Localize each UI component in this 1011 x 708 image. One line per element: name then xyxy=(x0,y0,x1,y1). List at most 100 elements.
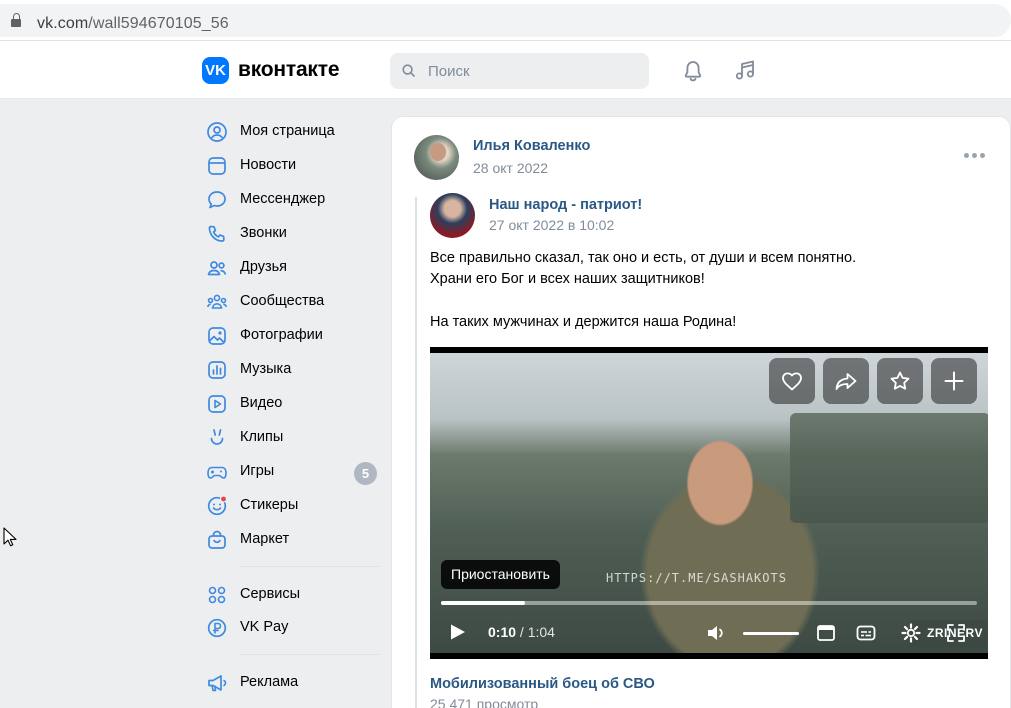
author-name-link[interactable]: Илья Коваленко xyxy=(473,138,590,154)
logo-text[interactable]: вконтакте xyxy=(238,58,339,82)
video-title-link[interactable]: Мобилизованный боец об СВО xyxy=(430,676,655,692)
user-circle-icon xyxy=(207,122,227,142)
sidebar-item-label: Друзья xyxy=(240,259,288,275)
plus-icon xyxy=(944,371,964,391)
duration: / 1:04 xyxy=(519,624,555,640)
author-avatar[interactable] xyxy=(414,135,459,180)
sidebar-item-label: Сообщества xyxy=(240,293,325,309)
communities-icon xyxy=(207,294,227,309)
sticker-icon xyxy=(207,495,228,516)
sidebar-item-news[interactable]: Новости xyxy=(204,148,379,182)
vk-logo-icon[interactable]: VK xyxy=(202,57,229,84)
bell-icon[interactable] xyxy=(681,59,705,83)
mini-player-icon[interactable] xyxy=(815,622,837,644)
repost-border xyxy=(415,197,417,708)
group-name-link[interactable]: Наш народ - патриот! xyxy=(489,197,642,213)
search-box[interactable] xyxy=(390,53,649,89)
post-text-line: Храни его Бог и всех наших защитников! xyxy=(430,271,705,287)
video-time: 0:10 / 1:04 xyxy=(488,624,555,640)
video-views: 25 471 просмотр xyxy=(430,696,539,708)
sidebar-item-label: Стикеры xyxy=(240,497,299,513)
search-input[interactable] xyxy=(428,61,638,81)
sidebar-item-calls[interactable]: Звонки xyxy=(204,216,379,250)
favorite-video-button[interactable] xyxy=(877,358,923,404)
photo-icon xyxy=(208,327,226,345)
settings-gear-icon[interactable] xyxy=(900,622,922,644)
news-icon xyxy=(208,157,226,175)
clips-icon xyxy=(210,429,224,445)
pause-tooltip: Приостановить xyxy=(441,560,560,589)
music-icon xyxy=(208,361,226,379)
vkpay-icon xyxy=(207,618,227,638)
sidebar-item-clips[interactable]: Клипы xyxy=(204,420,379,454)
sidebar-item-games[interactable]: Игры 5 xyxy=(204,454,379,488)
sidebar-item-label: Новости xyxy=(240,157,297,173)
sidebar-item-stickers[interactable]: Стикеры xyxy=(204,488,379,522)
phone-icon xyxy=(208,225,225,242)
sidebar-item-label: Реклама xyxy=(240,674,299,690)
games-counter-badge: 5 xyxy=(354,462,377,485)
sidebar-item-label: Музыка xyxy=(240,361,292,377)
sidebar-item-friends[interactable]: Друзья xyxy=(204,250,379,284)
video-progress-bar[interactable] xyxy=(441,601,977,605)
site-header: VK вконтакте xyxy=(0,41,1011,99)
url-text[interactable]: vk.com/wall594670105_56 xyxy=(37,15,229,33)
sidebar-item-communities[interactable]: Сообщества xyxy=(204,284,379,318)
post-text-line: Все правильно сказал, так оно и есть, от… xyxy=(430,250,857,266)
sidebar-item-vkpay[interactable]: VK Pay xyxy=(204,610,379,644)
add-video-button[interactable] xyxy=(931,358,977,404)
current-time: 0:10 xyxy=(488,624,517,640)
video-progress-fill xyxy=(441,601,525,605)
sidebar-item-label: Игры xyxy=(240,463,275,479)
video-icon xyxy=(208,395,226,413)
friends-icon xyxy=(207,261,227,276)
music-note-icon[interactable] xyxy=(733,58,757,82)
like-video-button[interactable] xyxy=(769,358,815,404)
wall-post: Илья Коваленко 28 окт 2022 Наш народ - п… xyxy=(391,116,1011,708)
sidebar-divider xyxy=(240,566,379,567)
services-grid-icon xyxy=(208,586,226,604)
sidebar-item-video[interactable]: Видео xyxy=(204,386,379,420)
more-options-icon[interactable] xyxy=(964,153,986,159)
mouse-cursor-icon xyxy=(3,527,17,547)
sidebar-item-ads[interactable]: Реклама xyxy=(204,665,379,699)
fullscreen-icon[interactable] xyxy=(945,622,967,644)
volume-slider[interactable] xyxy=(743,632,799,635)
sidebar-item-label: Моя страница xyxy=(240,123,335,139)
sidebar-item-label: Клипы xyxy=(240,429,284,445)
market-bag-icon xyxy=(208,530,226,549)
url-field[interactable]: vk.com/wall594670105_56 xyxy=(0,4,1011,37)
repost-date-link[interactable]: 27 окт 2022 в 10:02 xyxy=(489,217,614,233)
browser-address-bar: vk.com/wall594670105_56 xyxy=(0,0,1011,41)
sidebar-item-my-page[interactable]: Моя страница xyxy=(204,114,379,148)
post-date-link[interactable]: 28 окт 2022 xyxy=(473,160,548,176)
volume-slider-fill xyxy=(743,632,799,635)
volume-icon[interactable] xyxy=(705,622,727,644)
sidebar-item-photos[interactable]: Фотографии xyxy=(204,318,379,352)
star-icon xyxy=(890,371,910,390)
sidebar-item-label: Фотографии xyxy=(240,327,323,343)
sidebar-item-label: Мессенджер xyxy=(240,191,326,207)
video-player[interactable]: HTTPS://T.ME/SASHAKOTS Приостановить 0:1… xyxy=(430,347,988,659)
sidebar-item-label: VK Pay xyxy=(240,619,289,635)
play-icon[interactable] xyxy=(450,623,466,641)
video-watermark: HTTPS://T.ME/SASHAKOTS xyxy=(606,571,787,585)
sidebar-item-label: Сервисы xyxy=(240,586,301,602)
sidebar-item-messenger[interactable]: Мессенджер xyxy=(204,182,379,216)
sidebar-item-label: Видео xyxy=(240,395,283,411)
sidebar-item-music[interactable]: Музыка xyxy=(204,352,379,386)
message-bubble-icon xyxy=(208,191,226,209)
heart-icon xyxy=(782,372,802,391)
gamepad-icon xyxy=(207,466,227,479)
search-icon xyxy=(402,64,415,77)
sidebar-item-label: Маркет xyxy=(240,531,290,547)
megaphone-icon xyxy=(208,675,227,692)
sidebar-item-market[interactable]: Маркет xyxy=(204,522,379,556)
subtitles-icon[interactable] xyxy=(855,622,877,644)
sidebar-item-services[interactable]: Сервисы xyxy=(204,577,379,611)
post-text-line: На таких мужчинах и держится наша Родина… xyxy=(430,314,737,330)
group-avatar[interactable] xyxy=(430,193,475,238)
lock-icon[interactable] xyxy=(11,13,21,27)
share-video-button[interactable] xyxy=(823,358,869,404)
sidebar-divider xyxy=(240,654,379,655)
